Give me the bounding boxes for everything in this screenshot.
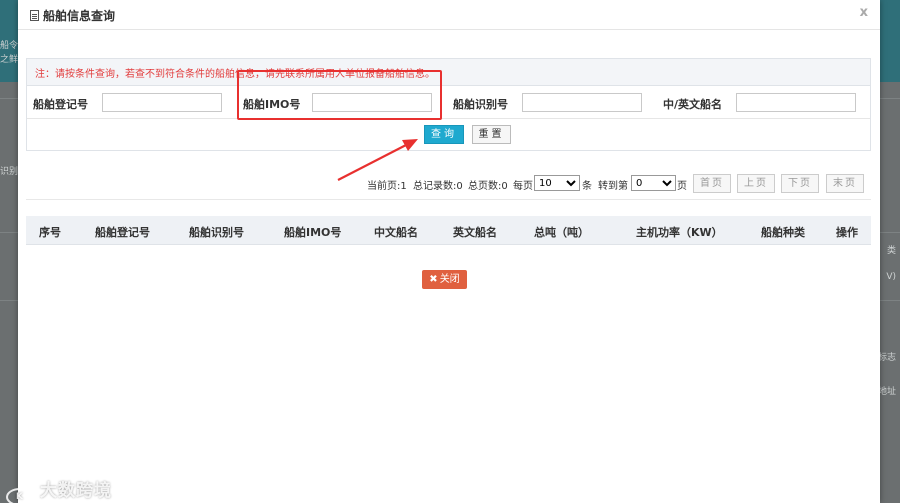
watermark-logo: K bbox=[6, 488, 34, 503]
modal-header: 船舶信息查询 x bbox=[18, 0, 880, 30]
results-table-header: 序号 船舶登记号 船舶识别号 船舶IMO号 中文船名 英文船名 总吨（吨） 主机… bbox=[26, 216, 871, 245]
background-text: 船令 bbox=[0, 41, 19, 51]
identification-number-input[interactable] bbox=[522, 93, 642, 112]
close-x-icon: ✖ bbox=[429, 274, 438, 285]
close-button-label: 关闭 bbox=[439, 274, 460, 285]
column-header: 英文船名 bbox=[453, 226, 497, 239]
background-text: 识别 bbox=[0, 167, 19, 177]
goto-page-suffix: 页 bbox=[677, 181, 687, 192]
last-page-button[interactable]: 末页 bbox=[826, 174, 864, 193]
total-pages-text: 总页数:0 bbox=[468, 181, 508, 192]
ship-name-input[interactable] bbox=[736, 93, 856, 112]
column-header: 操作 bbox=[836, 226, 858, 239]
modal-title: 船舶信息查询 bbox=[30, 7, 115, 24]
next-page-button[interactable]: 下页 bbox=[781, 174, 819, 193]
background-text: V) bbox=[886, 272, 896, 282]
imo-number-input[interactable] bbox=[312, 93, 432, 112]
divider bbox=[26, 199, 871, 200]
watermark-text: 大数跨境 bbox=[40, 481, 112, 501]
query-button[interactable]: 查询 bbox=[424, 125, 464, 144]
search-panel: 注：请按条件查询，若查不到符合条件的船舶信息，请先联系所属用人单位报备船舶信息。… bbox=[26, 58, 871, 151]
registration-number-input[interactable] bbox=[102, 93, 222, 112]
prev-page-button[interactable]: 上页 bbox=[737, 174, 775, 193]
notice-text: 注：请按条件查询，若查不到符合条件的船舶信息，请先联系所属用人单位报备船舶信息。 bbox=[27, 59, 870, 86]
column-header: 序号 bbox=[39, 226, 61, 239]
background-text: 类 bbox=[886, 246, 896, 256]
search-button-row: 查询 重置 bbox=[27, 119, 870, 151]
document-icon bbox=[30, 10, 39, 21]
ship-info-modal: 船舶信息查询 x 注：请按条件查询，若查不到符合条件的船舶信息，请先联系所属用人… bbox=[18, 0, 880, 503]
goto-page-select[interactable]: 0 bbox=[631, 175, 676, 191]
pagination-bar: 当前页:1 总记录数:0 总页数:0 每页 10 条 转到第 0 页 首页 上页… bbox=[18, 174, 880, 194]
background-text: 之鲜 bbox=[0, 55, 19, 65]
ship-name-label: 中/英文船名 bbox=[663, 98, 723, 111]
column-header: 船舶种类 bbox=[761, 226, 805, 239]
close-button[interactable]: ✖ 关闭 bbox=[422, 270, 467, 289]
column-header: 主机功率（KW） bbox=[636, 226, 723, 239]
watermark: K 大数跨境 bbox=[6, 476, 112, 503]
column-header: 船舶识别号 bbox=[189, 226, 244, 239]
current-page-text: 当前页:1 bbox=[367, 181, 407, 192]
column-header: 中文船名 bbox=[374, 226, 418, 239]
column-header: 船舶IMO号 bbox=[284, 226, 342, 239]
registration-number-label: 船舶登记号 bbox=[33, 98, 88, 111]
search-form-row: 船舶登记号 船舶IMO号 船舶识别号 中/英文船名 bbox=[27, 86, 870, 119]
per-page-suffix: 条 bbox=[582, 181, 592, 192]
first-page-button[interactable]: 首页 bbox=[693, 174, 731, 193]
goto-page-label: 转到第 bbox=[598, 181, 628, 192]
close-icon[interactable]: x bbox=[860, 5, 868, 20]
identification-number-label: 船舶识别号 bbox=[453, 98, 508, 111]
imo-number-label: 船舶IMO号 bbox=[243, 98, 301, 111]
column-header: 船舶登记号 bbox=[95, 226, 150, 239]
column-header: 总吨（吨） bbox=[534, 226, 589, 239]
total-records-text: 总记录数:0 bbox=[413, 181, 463, 192]
per-page-label: 每页 bbox=[513, 181, 533, 192]
reset-button[interactable]: 重置 bbox=[472, 125, 511, 144]
per-page-select[interactable]: 10 bbox=[534, 175, 580, 191]
modal-title-text: 船舶信息查询 bbox=[43, 9, 116, 23]
